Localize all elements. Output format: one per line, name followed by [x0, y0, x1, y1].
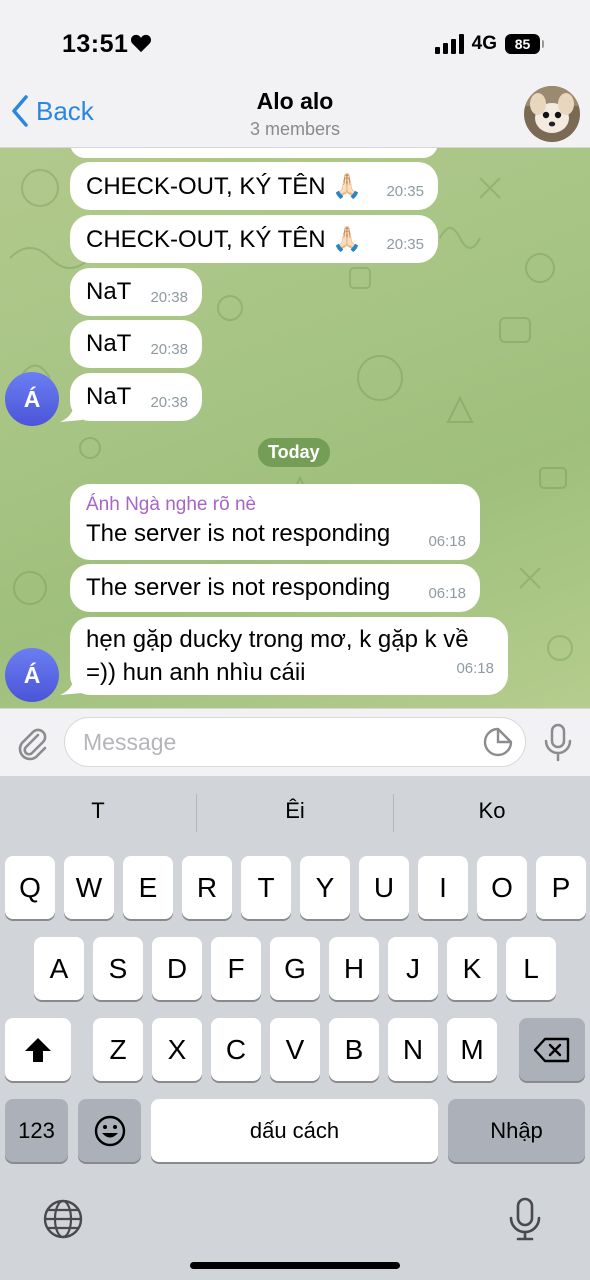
microphone-icon[interactable]: [540, 722, 576, 762]
key-n[interactable]: N: [388, 1018, 438, 1081]
emoji-key[interactable]: [78, 1099, 141, 1162]
key-c[interactable]: C: [211, 1018, 261, 1081]
key-r[interactable]: R: [182, 856, 232, 919]
top-bar: 13:51 4G 85 Back Alo alo 3 members: [0, 0, 590, 148]
key-k[interactable]: K: [447, 937, 497, 1000]
message-bubble[interactable]: [70, 148, 438, 158]
sender-avatar[interactable]: Á: [5, 648, 59, 702]
shift-key[interactable]: [5, 1018, 71, 1081]
key-g[interactable]: G: [270, 937, 320, 1000]
suggestion-3[interactable]: Ko: [394, 798, 590, 824]
message-bubble[interactable]: NaT 20:38: [70, 268, 202, 316]
message-bubble[interactable]: hẹn gặp ducky trong mơ, k gặp k về =)) h…: [70, 617, 508, 695]
message-text: hẹn gặp ducky trong mơ, k gặp k về: [86, 626, 469, 653]
member-count: 3 members: [249, 119, 341, 139]
battery-icon: 85: [505, 34, 544, 54]
keyboard: T Êi Ko Q W E R T Y U I O P A S D F G H …: [0, 776, 590, 1280]
home-indicator: [190, 1262, 400, 1269]
message-time: 06:18: [428, 585, 466, 602]
sender-avatar[interactable]: Á: [5, 372, 59, 426]
key-e[interactable]: E: [123, 856, 173, 919]
key-m[interactable]: M: [447, 1018, 497, 1081]
message-time: 06:18: [428, 533, 466, 550]
message-text: NaT: [86, 278, 132, 305]
message-text: NaT: [86, 383, 132, 410]
message-input-bar: [0, 708, 590, 776]
space-key[interactable]: dấu cách: [151, 1099, 438, 1162]
signal-icon: [434, 34, 464, 54]
key-y[interactable]: Y: [300, 856, 350, 919]
globe-icon[interactable]: [42, 1198, 84, 1240]
message-bubble[interactable]: CHECK-OUT, KÝ TÊN 🙏🏻 20:35: [70, 162, 438, 210]
message-time: 20:35: [386, 236, 424, 253]
message-time: 20:38: [150, 341, 188, 358]
status-time: 13:51: [62, 30, 129, 58]
message-text: CHECK-OUT, KÝ TÊN 🙏🏻: [86, 173, 363, 200]
key-v[interactable]: V: [270, 1018, 320, 1081]
delete-key[interactable]: [519, 1018, 585, 1081]
message-text: The server is not responding: [86, 520, 391, 547]
sender-name[interactable]: Ánh Ngà nghe rõ nè: [86, 494, 464, 516]
microphone-icon[interactable]: [507, 1196, 543, 1242]
message-text: The server is not responding: [86, 574, 391, 601]
message-bubble[interactable]: Ánh Ngà nghe rõ nè The server is not res…: [70, 484, 480, 560]
status-indicators: 4G 85: [434, 33, 544, 55]
date-separator: Today: [258, 438, 330, 467]
shift-icon: [25, 1037, 51, 1062]
return-key[interactable]: Nhập: [448, 1099, 585, 1162]
suggestion-2[interactable]: Êi: [197, 798, 393, 824]
network-type: 4G: [471, 33, 497, 54]
message-text: =)) hun anh nhìu cáii: [86, 659, 306, 686]
key-f[interactable]: F: [211, 937, 261, 1000]
key-l[interactable]: L: [506, 937, 556, 1000]
key-t[interactable]: T: [241, 856, 291, 919]
sticker-icon[interactable]: [482, 726, 514, 758]
suggestion-1[interactable]: T: [0, 798, 196, 824]
bubble-tail: [60, 402, 82, 422]
message-time: 06:18: [456, 660, 494, 677]
message-bubble[interactable]: NaT 20:38: [70, 373, 202, 421]
key-a[interactable]: A: [34, 937, 84, 1000]
chat-area[interactable]: CHECK-OUT, KÝ TÊN 🙏🏻 20:35 CHECK-OUT, KÝ…: [0, 148, 590, 708]
numbers-key[interactable]: 123: [5, 1099, 68, 1162]
key-q[interactable]: Q: [5, 856, 55, 919]
group-avatar[interactable]: [524, 86, 580, 142]
key-j[interactable]: J: [388, 937, 438, 1000]
key-o[interactable]: O: [477, 856, 527, 919]
message-time: 20:38: [150, 394, 188, 411]
backspace-icon: [533, 1037, 570, 1062]
key-p[interactable]: P: [536, 856, 586, 919]
message-input[interactable]: [64, 717, 526, 767]
key-s[interactable]: S: [93, 937, 143, 1000]
chat-title: Alo alo: [256, 88, 334, 114]
key-i[interactable]: I: [418, 856, 468, 919]
key-x[interactable]: X: [152, 1018, 202, 1081]
key-u[interactable]: U: [359, 856, 409, 919]
paperclip-icon[interactable]: [14, 725, 50, 761]
message-bubble[interactable]: CHECK-OUT, KÝ TÊN 🙏🏻 20:35: [70, 215, 438, 263]
emoji-icon: [94, 1115, 125, 1146]
key-z[interactable]: Z: [93, 1018, 143, 1081]
bubble-tail: [60, 675, 82, 695]
message-text: NaT: [86, 330, 132, 357]
key-d[interactable]: D: [152, 937, 202, 1000]
message-time: 20:35: [386, 183, 424, 200]
key-w[interactable]: W: [64, 856, 114, 919]
key-h[interactable]: H: [329, 937, 379, 1000]
message-bubble[interactable]: The server is not responding 06:18: [70, 564, 480, 612]
message-time: 20:38: [150, 289, 188, 306]
dog-photo: [524, 86, 580, 142]
chat-header[interactable]: Alo alo 3 members: [0, 88, 590, 140]
key-b[interactable]: B: [329, 1018, 379, 1081]
message-text: CHECK-OUT, KÝ TÊN 🙏🏻: [86, 226, 363, 253]
message-bubble[interactable]: NaT 20:38: [70, 320, 202, 368]
heart-icon: [130, 34, 152, 53]
